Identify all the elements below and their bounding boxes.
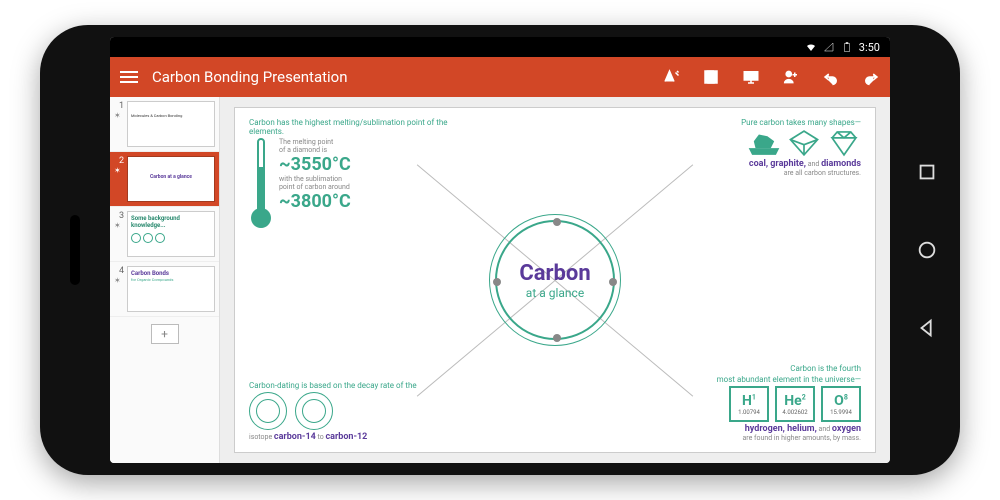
graphite-icon <box>787 129 821 157</box>
element-tile: O815.9994 <box>821 386 861 422</box>
wifi-icon <box>805 41 817 53</box>
center-circle: Carbon at a glance <box>495 220 615 340</box>
plus-icon: + <box>151 324 179 344</box>
share-icon[interactable] <box>782 68 800 86</box>
slide-number: 4 <box>114 266 124 276</box>
slide-preview: Carbon Bonds for Organic Compounds <box>127 266 215 312</box>
transition-icon: ✶ <box>114 276 124 285</box>
signal-icon <box>823 41 835 53</box>
transition-icon: ✶ <box>114 111 124 120</box>
android-nav <box>916 161 938 339</box>
element-tile: He24.002602 <box>775 386 815 422</box>
slide-thumb-3[interactable]: 3 ✶ Some background knowledge... <box>110 207 219 262</box>
center-subtitle: at a glance <box>526 286 584 300</box>
phone-frame: 3:50 Carbon Bonding Presentation 1 ✶ <box>40 25 960 475</box>
slide-thumb-4[interactable]: 4 ✶ Carbon Bonds for Organic Compounds <box>110 262 219 317</box>
workspace: 1 ✶ Organic Chemistry Molecules & Carbon… <box>110 97 890 463</box>
quadrant-shapes: Pure carbon takes many shapes— coal, gra… <box>651 118 861 177</box>
current-slide[interactable]: Carbon at a glance Carbon has the highes… <box>234 107 876 453</box>
presentation-title: Carbon Bonding Presentation <box>152 68 648 86</box>
transition-icon: ✶ <box>114 221 124 230</box>
quadrant-abundance: Carbon is the fourth most abundant eleme… <box>651 364 861 442</box>
thermometer-icon <box>249 138 273 228</box>
atom-icon <box>249 392 287 430</box>
quadrant-carbon-dating: Carbon-dating is based on the decay rate… <box>249 381 459 442</box>
home-icon[interactable] <box>916 239 938 261</box>
slide-canvas[interactable]: Carbon at a glance Carbon has the highes… <box>220 97 890 463</box>
slide-thumb-2[interactable]: 2 ✶ Carbon at a glance <box>110 152 219 207</box>
quadrant-melting-point: Carbon has the highest melting/sublimati… <box>249 118 459 228</box>
add-slide[interactable]: + <box>110 317 219 350</box>
slide-number: 2 <box>114 156 124 166</box>
transition-icon: ✶ <box>114 166 124 175</box>
toolbar <box>662 68 880 86</box>
recents-icon[interactable] <box>916 161 938 183</box>
slide-number: 1 <box>114 101 124 111</box>
text-format-icon[interactable] <box>662 68 680 86</box>
back-icon[interactable] <box>916 317 938 339</box>
undo-icon[interactable] <box>822 68 840 86</box>
status-bar: 3:50 <box>110 37 890 57</box>
coal-icon <box>747 129 781 157</box>
atom-icon <box>295 392 333 430</box>
slide-preview: Organic Chemistry Molecules & Carbon Bon… <box>127 101 215 147</box>
phone-speaker <box>70 215 80 285</box>
slide-number: 3 <box>114 211 124 221</box>
slide-preview: Some background knowledge... <box>127 211 215 257</box>
center-title: Carbon <box>519 261 590 286</box>
battery-icon <box>841 41 853 53</box>
menu-icon[interactable] <box>120 71 138 83</box>
save-icon[interactable] <box>702 68 720 86</box>
status-time: 3:50 <box>859 41 880 54</box>
diamond-icon <box>827 129 861 157</box>
app-bar: Carbon Bonding Presentation <box>110 57 890 97</box>
redo-icon[interactable] <box>862 68 880 86</box>
present-icon[interactable] <box>742 68 760 86</box>
slide-thumb-1[interactable]: 1 ✶ Organic Chemistry Molecules & Carbon… <box>110 97 219 152</box>
element-tile: H11.00794 <box>729 386 769 422</box>
app-screen: 3:50 Carbon Bonding Presentation 1 ✶ <box>110 37 890 463</box>
slide-panel: 1 ✶ Organic Chemistry Molecules & Carbon… <box>110 97 220 463</box>
slide-preview: Carbon at a glance <box>127 156 215 202</box>
